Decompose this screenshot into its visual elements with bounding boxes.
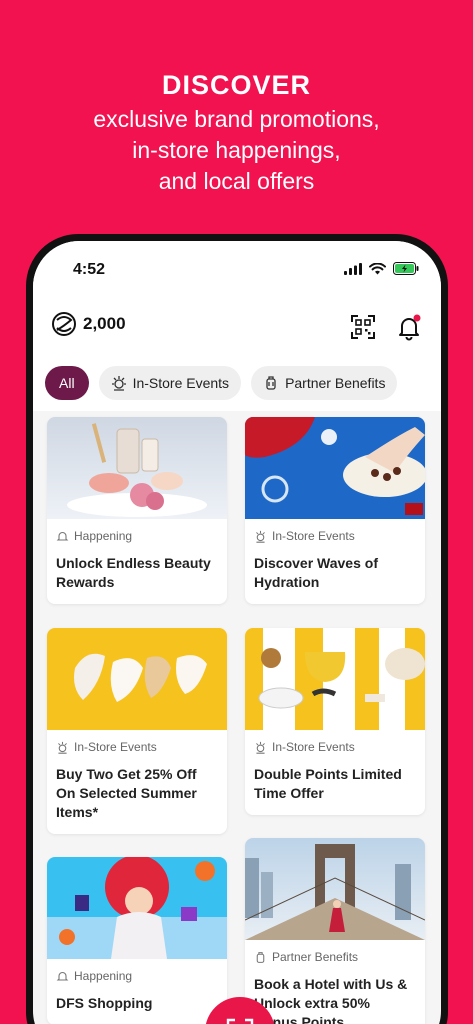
chip-in-store-events[interactable]: In-Store Events xyxy=(98,366,242,400)
offer-category-label: In-Store Events xyxy=(272,529,355,543)
points-balance[interactable]: 2,000 xyxy=(51,311,126,337)
chip-partner-benefits[interactable]: Partner Benefits xyxy=(251,366,398,400)
offer-image-summer xyxy=(47,628,227,730)
offer-image-hydration xyxy=(245,417,425,519)
battery-icon xyxy=(393,262,419,275)
offer-card[interactable]: In-Store Events Buy Two Get 25% Off On S… xyxy=(47,628,227,834)
event-icon xyxy=(111,376,126,391)
offer-title: Buy Two Get 25% Off On Selected Summer I… xyxy=(56,766,197,820)
qr-code-icon xyxy=(351,315,375,339)
offer-category: In-Store Events xyxy=(56,740,218,754)
offer-category: Partner Benefits xyxy=(254,950,416,964)
promo-headline: DISCOVER exclusive brand promotions, in-… xyxy=(0,66,473,197)
offer-card[interactable]: Partner Benefits Book a Hotel with Us & … xyxy=(245,838,425,1024)
offer-title: Discover Waves of Hydration xyxy=(254,555,378,590)
filter-chips: All In-Store Events Partner Benefits xyxy=(33,355,441,411)
event-icon xyxy=(58,741,67,754)
event-icon xyxy=(256,530,265,543)
phone-frame: 4:52 2,000 All In-Store Events Partner B… xyxy=(26,234,448,1024)
bell-outline-icon xyxy=(56,971,69,981)
offer-category: In-Store Events xyxy=(254,529,416,543)
status-icons xyxy=(344,262,419,275)
status-bar: 4:52 xyxy=(33,241,441,297)
signal-icon xyxy=(344,262,362,275)
scan-qr-button[interactable] xyxy=(349,313,377,341)
offer-image-hotel xyxy=(245,838,425,940)
offer-image-beauty xyxy=(47,417,227,519)
offer-title: DFS Shopping xyxy=(56,995,153,1011)
offer-category: In-Store Events xyxy=(254,740,416,754)
offer-card[interactable]: Happening Unlock Endless Beauty Rewards xyxy=(47,417,227,604)
chip-label: In-Store Events xyxy=(132,375,230,391)
offer-category-label: Happening xyxy=(74,529,133,543)
offer-title: Unlock Endless Beauty Rewards xyxy=(56,555,211,590)
wifi-icon xyxy=(369,262,386,274)
bell-outline-icon xyxy=(56,531,69,541)
offer-category-label: In-Store Events xyxy=(272,740,355,754)
qr-scan-icon xyxy=(226,1018,254,1024)
event-icon xyxy=(256,741,265,754)
chip-label: Partner Benefits xyxy=(285,375,386,391)
notifications-button[interactable] xyxy=(395,313,423,341)
offer-category-label: Partner Benefits xyxy=(272,950,359,964)
status-time: 4:52 xyxy=(73,261,106,278)
points-value: 2,000 xyxy=(83,314,126,333)
offer-title: Book a Hotel with Us & Unlock extra 50% … xyxy=(254,976,408,1024)
loyalty-logo-icon xyxy=(52,312,76,336)
app-header: 2,000 xyxy=(33,297,441,355)
promo-line-1: exclusive brand promotions, xyxy=(93,106,380,132)
offer-image-dfs xyxy=(47,857,227,959)
promo-line-3: and local offers xyxy=(158,168,315,194)
bell-icon xyxy=(399,314,421,341)
phone-screen: 4:52 2,000 All In-Store Events Partner B… xyxy=(33,241,441,1024)
offer-title: Double Points Limited Time Offer xyxy=(254,766,402,801)
offer-card[interactable]: Happening DFS Shopping xyxy=(47,857,227,1024)
promo-title: DISCOVER xyxy=(161,70,312,100)
offer-category-label: In-Store Events xyxy=(74,740,157,754)
offer-card[interactable]: In-Store Events Double Points Limited Ti… xyxy=(245,628,425,815)
offer-category: Happening xyxy=(56,969,218,983)
offer-category: Happening xyxy=(56,529,218,543)
offer-card[interactable]: In-Store Events Discover Waves of Hydrat… xyxy=(245,417,425,604)
luggage-icon xyxy=(256,951,265,963)
promo-line-2: in-store happenings, xyxy=(132,137,341,163)
offer-category-label: Happening xyxy=(74,969,133,983)
chip-all[interactable]: All xyxy=(45,366,89,400)
luggage-icon xyxy=(266,376,276,390)
chip-label: All xyxy=(59,375,75,391)
offer-image-points xyxy=(245,628,425,730)
